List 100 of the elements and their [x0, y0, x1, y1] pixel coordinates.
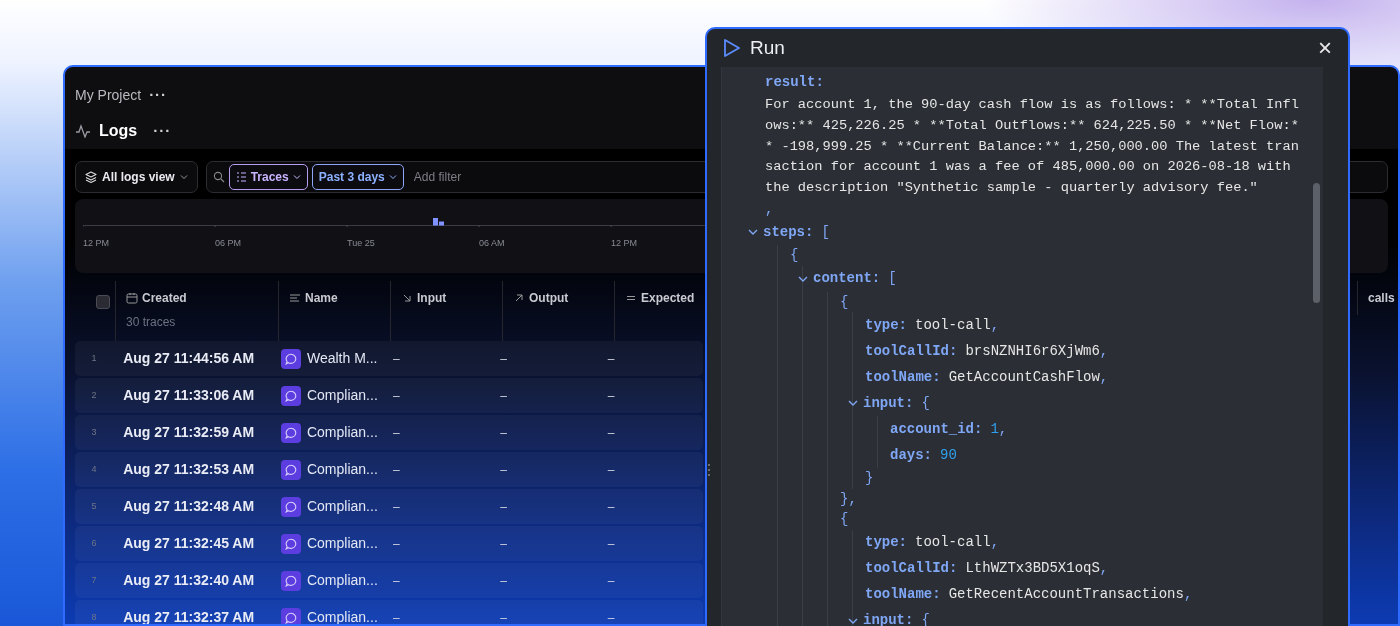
- table-row[interactable]: 2 Aug 27 11:33:06 AM Complian... – – –: [75, 378, 703, 413]
- axis-label: Tue 25: [347, 237, 376, 250]
- row-number: 2: [90, 388, 98, 402]
- name-cell-text: Complian...: [306, 386, 378, 405]
- created-cell-text: Aug 27 11:32:40 AM: [122, 571, 256, 590]
- caret-icon: [388, 174, 397, 180]
- column-header[interactable]: Created: [126, 289, 187, 307]
- caret-icon: [292, 174, 301, 180]
- column-header[interactable]: Input: [401, 289, 447, 307]
- json-entry: type: tool-call,: [865, 533, 1000, 553]
- chat-icon: [280, 422, 301, 443]
- output-cell: –: [500, 425, 508, 440]
- play-icon: [723, 38, 741, 58]
- name-cell-text: Complian...: [306, 423, 378, 442]
- json-entry: toolName: GetAccountCashFlow,: [865, 368, 1109, 387]
- chat-icon: [280, 348, 301, 369]
- bracket: {: [790, 246, 799, 266]
- caret-icon: [179, 174, 188, 180]
- activity-icon: [75, 124, 91, 138]
- column-header[interactable]: Output: [513, 289, 569, 307]
- expected-cell: –: [607, 351, 615, 366]
- row-number: 6: [90, 536, 98, 550]
- created-cell-text: Aug 27 11:33:06 AM: [122, 386, 256, 405]
- page-title: Logs: [99, 121, 138, 141]
- chat-icon: [280, 496, 301, 517]
- json-entry: input: {: [863, 394, 930, 413]
- input-cell: –: [393, 388, 400, 403]
- list-icon: [235, 172, 247, 182]
- json-key: result:: [765, 71, 824, 93]
- json-entry: content: [: [813, 269, 897, 289]
- table-row[interactable]: 8 Aug 27 11:32:37 AM Complian... – – –: [75, 600, 703, 624]
- bracket: ,: [765, 199, 774, 219]
- name-cell-text: Wealth M...: [306, 349, 378, 368]
- search-icon: [212, 171, 225, 183]
- arrow-icon: [401, 292, 413, 304]
- table-row[interactable]: 6 Aug 27 11:32:45 AM Complian... – – –: [75, 526, 703, 561]
- created-cell-text: Aug 27 11:32:59 AM: [122, 423, 256, 442]
- input-cell: –: [393, 573, 400, 588]
- trace-count: 30 traces: [126, 314, 177, 331]
- input-cell: –: [393, 610, 400, 624]
- bracket: }: [865, 469, 874, 489]
- column-header[interactable]: Name: [289, 289, 338, 307]
- view-dropdown[interactable]: All logs view: [75, 161, 198, 193]
- input-cell: –: [393, 351, 400, 366]
- json-entry: days: 90: [890, 446, 957, 465]
- json-entry: toolCallId: LthWZTx3BD5X1oqS,: [865, 559, 1109, 579]
- table-row[interactable]: 1 Aug 27 11:44:56 AM Wealth M... – – –: [75, 341, 703, 376]
- expected-cell: –: [607, 573, 615, 588]
- more-button[interactable]: ···: [149, 83, 168, 107]
- axis-label: 06 AM: [479, 237, 506, 250]
- more-button[interactable]: ···: [153, 119, 172, 143]
- chat-icon: [280, 459, 301, 480]
- row-number: 3: [90, 425, 98, 439]
- name-cell-text: Complian...: [306, 571, 378, 590]
- row-number: 4: [90, 462, 98, 476]
- select-all-checkbox[interactable]: [96, 295, 110, 309]
- name-cell-text: Complian...: [306, 497, 378, 516]
- created-cell-text: Aug 27 11:32:48 AM: [122, 497, 256, 516]
- filter-input[interactable]: Add filter: [411, 167, 612, 187]
- axis-label: 12 PM: [83, 237, 110, 250]
- row-number: 7: [90, 573, 98, 587]
- output-cell: –: [500, 536, 508, 551]
- calendar-icon: [126, 292, 138, 304]
- table-row[interactable]: 5 Aug 27 11:32:48 AM Complian... – – –: [75, 489, 703, 524]
- json-entry: steps: [: [763, 223, 830, 242]
- table-row[interactable]: 7 Aug 27 11:32:40 AM Complian... – – –: [75, 563, 703, 598]
- filter-chip[interactable]: Past 3 days: [311, 164, 404, 190]
- row-number: 8: [90, 610, 98, 624]
- output-cell: –: [500, 388, 508, 403]
- column-header[interactable]: Expected: [625, 289, 695, 307]
- chat-icon: [280, 385, 301, 406]
- filter-chip[interactable]: Traces: [228, 164, 308, 190]
- chat-icon: [280, 607, 301, 624]
- project-title: My Project: [75, 85, 142, 105]
- json-entry: type: tool-call,: [865, 316, 1000, 335]
- table-row[interactable]: 3 Aug 27 11:32:59 AM Complian... – – –: [75, 415, 703, 450]
- bracket: },: [840, 489, 857, 509]
- expected-cell: –: [607, 610, 615, 624]
- scrollbar-thumb[interactable]: [1313, 183, 1320, 303]
- output-cell: –: [500, 351, 508, 366]
- expected-cell: –: [607, 462, 615, 477]
- input-cell: –: [393, 536, 400, 551]
- expected-cell: –: [607, 388, 615, 403]
- table-row[interactable]: 4 Aug 27 11:32:53 AM Complian... – – –: [75, 452, 703, 487]
- json-entry: toolName: GetRecentAccountTransactions,: [865, 585, 1193, 605]
- json-entry: account_id: 1,: [890, 420, 1008, 439]
- output-cell: –: [500, 573, 508, 588]
- created-cell-text: Aug 27 11:32:37 AM: [122, 608, 256, 624]
- chat-icon: [280, 533, 301, 554]
- name-cell-text: Complian...: [306, 460, 378, 479]
- axis-label: 12 PM: [611, 237, 638, 250]
- created-cell-text: Aug 27 11:32:53 AM: [122, 460, 256, 479]
- column-header[interactable]: calls: [1368, 291, 1395, 305]
- axis-label: 06 PM: [215, 237, 242, 250]
- input-cell: –: [393, 425, 400, 440]
- input-cell: –: [393, 499, 400, 514]
- close-button[interactable]: ×: [1316, 36, 1334, 60]
- output-cell: –: [500, 610, 508, 624]
- panel-title: Run: [750, 35, 785, 60]
- output-cell: –: [500, 499, 508, 514]
